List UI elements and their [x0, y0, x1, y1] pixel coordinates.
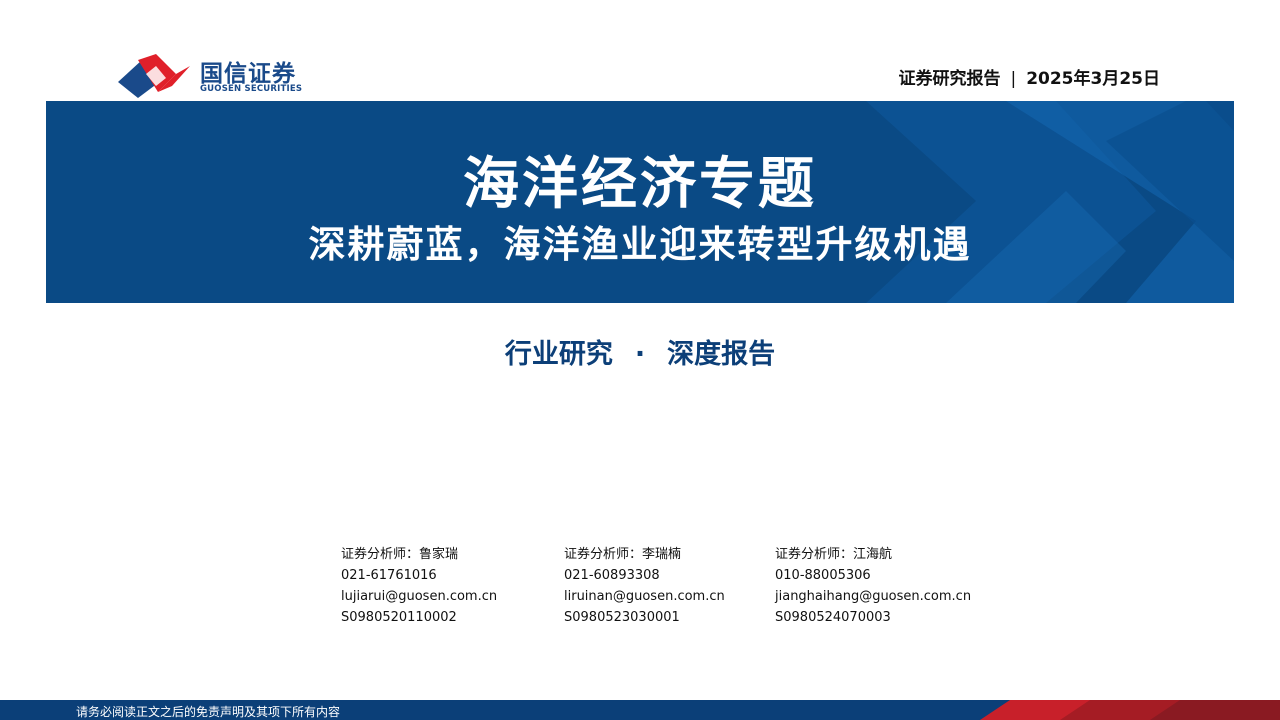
report-header-info: 证券研究报告 | 2025年3月25日: [898, 64, 1160, 89]
analyst-title-name: 证券分析师：李瑞楠: [564, 547, 682, 562]
report-title: 海洋经济专题: [463, 152, 817, 217]
report-type-dot: ·: [634, 339, 646, 370]
analyst-license: S0980520110002: [341, 610, 457, 625]
guosen-logo: 国信证券 GUOSEN SECURITIES: [116, 52, 316, 98]
analyst-email[interactable]: lujiarui@guosen.com.cn: [341, 586, 497, 607]
analyst-license: S0980523030001: [564, 610, 680, 625]
analyst-license: S0980524070003: [775, 610, 891, 625]
analyst-title-name: 证券分析师：江海航: [775, 547, 893, 562]
report-subtitle: 深耕蔚蓝，海洋渔业迎来转型升级机遇: [308, 223, 972, 266]
analyst-title-name: 证券分析师：鲁家瑞: [341, 547, 459, 562]
report-date: 2025年3月25日: [1026, 69, 1160, 89]
title-banner: 海洋经济专题 深耕蔚蓝，海洋渔业迎来转型升级机遇: [46, 101, 1234, 303]
analyst-email[interactable]: jianghaihang@guosen.com.cn: [775, 586, 971, 607]
report-kind: 深度报告: [667, 339, 776, 370]
guosen-logo-mark-icon: [118, 54, 190, 98]
report-label: 证券研究报告: [898, 69, 1001, 89]
analyst-card: 证券分析师：鲁家瑞 021-61761016 lujiarui@guosen.c…: [341, 544, 497, 628]
logo-english-name: GUOSEN SECURITIES: [200, 84, 303, 94]
report-cover-page: 国信证券 GUOSEN SECURITIES 证券研究报告 | 2025年3月25日…: [0, 0, 1280, 720]
analyst-card: 证券分析师：江海航 010-88005306 jianghaihang@guos…: [775, 544, 971, 628]
logo-chinese-name: 国信证券: [200, 61, 296, 87]
analyst-phone: 021-60893308: [564, 568, 660, 583]
analyst-phone: 021-61761016: [341, 568, 437, 583]
footer-disclaimer: 请务必阅读正文之后的免责声明及其项下所有内容: [76, 705, 341, 719]
report-category: 行业研究: [504, 339, 613, 370]
analyst-email[interactable]: liruinan@guosen.com.cn: [564, 586, 725, 607]
header-separator: |: [1010, 69, 1017, 89]
analyst-card: 证券分析师：李瑞楠 021-60893308 liruinan@guosen.c…: [564, 544, 725, 628]
footer-bar: 请务必阅读正文之后的免责声明及其项下所有内容: [0, 700, 1280, 720]
report-type: 行业研究 · 深度报告: [0, 332, 1280, 371]
analyst-phone: 010-88005306: [775, 568, 871, 583]
